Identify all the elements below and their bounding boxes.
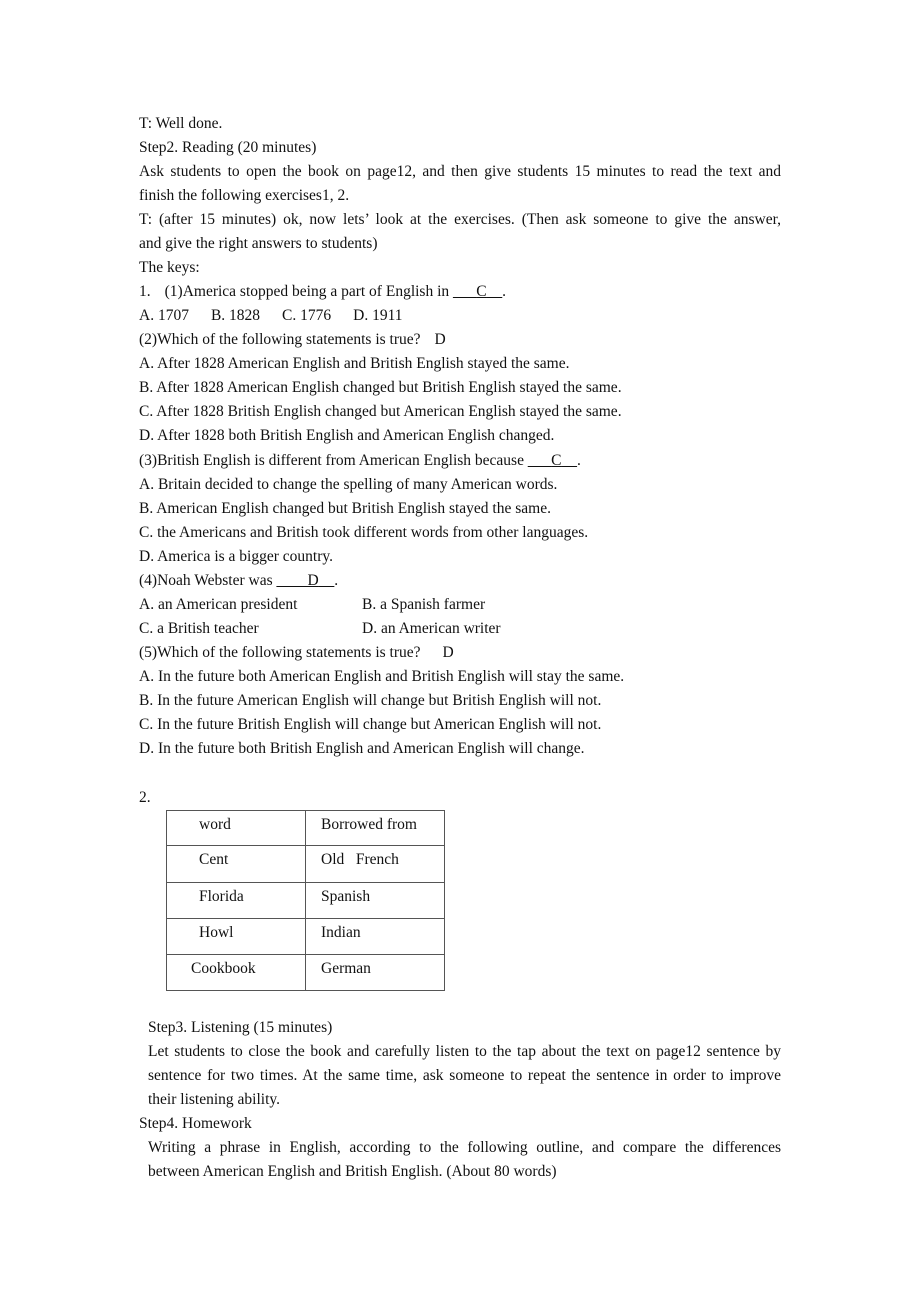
question-stem: (4)Noah Webster was: [139, 572, 277, 589]
question-stem: (1)America stopped being a part of Engli…: [164, 283, 454, 300]
answer-blank: ___C__: [527, 452, 577, 469]
keys-label: The keys:: [139, 259, 200, 276]
question-stem: (5)Which of the following statements is …: [139, 644, 421, 661]
table-header: word: [166, 810, 306, 846]
step2-heading: Step2. Reading (20 minutes): [139, 139, 317, 156]
answer: D: [434, 331, 446, 348]
table-cell: Florida: [166, 882, 306, 919]
option: D. After 1828 both British English and A…: [139, 427, 555, 444]
question-1: 1. (1)America stopped being a part of Eng…: [139, 283, 506, 300]
table-cell: Spanish: [305, 882, 445, 919]
question-5: (5)Which of the following statements is …: [139, 643, 454, 663]
answer: C: [551, 452, 562, 469]
answer: D: [442, 644, 454, 661]
exercise-2-number: 2.: [139, 789, 151, 806]
question-1-options: A. 1707 B. 1828 C. 1776 D. 1911: [139, 306, 403, 326]
question-stem: (3)British English is different from Ame…: [139, 452, 528, 469]
borrowed-words-table: word Borrowed from Cent Old French Flori…: [166, 810, 445, 991]
step2-teacher-line-2: and give the right answers to students): [139, 235, 378, 252]
option: D. an American writer: [362, 620, 501, 637]
option: B. After 1828 American English changed b…: [139, 379, 622, 396]
step3-line-1: Let students to close the book and caref…: [148, 1043, 781, 1060]
option: C. After 1828 British English changed bu…: [139, 403, 622, 420]
step2-instructions-line-2: finish the following exercises1, 2.: [139, 187, 350, 204]
question-4: (4)Noah Webster was ____D__.: [139, 572, 339, 589]
step4-heading: Step4. Homework: [139, 1115, 252, 1132]
table-cell: Cent: [166, 845, 306, 883]
question-2: (2)Which of the following statements is …: [139, 330, 446, 350]
option: C. the Americans and British took differ…: [139, 524, 589, 541]
answer-blank: ____D__: [276, 572, 335, 589]
option: C. In the future British English will ch…: [139, 716, 602, 733]
option: C. a British teacher: [139, 620, 259, 637]
answer: C: [476, 283, 487, 300]
teacher-remark: T: Well done.: [139, 115, 223, 132]
answer: D: [307, 572, 319, 589]
table-cell: Indian: [305, 918, 445, 955]
table-cell: German: [305, 954, 445, 991]
option: D. In the future both British English an…: [139, 740, 585, 757]
option: D. 1911: [353, 307, 403, 324]
exercise-1-number: 1.: [139, 283, 151, 300]
option: A. an American president: [139, 596, 298, 613]
option: A. In the future both American English a…: [139, 668, 625, 685]
table-row: Cookbook German: [166, 954, 445, 991]
option: A. 1707: [139, 307, 189, 324]
table-cell: Cookbook: [166, 954, 306, 991]
option: D. America is a bigger country.: [139, 548, 333, 565]
question-stem: (2)Which of the following statements is …: [139, 331, 421, 348]
answer-blank: ___C__: [453, 283, 503, 300]
step3-heading: Step3. Listening (15 minutes): [148, 1019, 333, 1036]
table-header: Borrowed from: [305, 810, 445, 846]
option: B. American English changed but British …: [139, 500, 551, 517]
option: B. a Spanish farmer: [362, 596, 486, 613]
option: A. After 1828 American English and Briti…: [139, 355, 570, 372]
table-row: Florida Spanish: [166, 882, 445, 919]
step4-line-1: Writing a phrase in English, according t…: [148, 1139, 781, 1156]
step2-instructions-line-1: Ask students to open the book on page12,…: [139, 163, 781, 180]
table-cell: Old French: [305, 845, 445, 883]
option: B. In the future American English will c…: [139, 692, 602, 709]
question-3: (3)British English is different from Ame…: [139, 452, 581, 469]
option: C. 1776: [282, 307, 332, 324]
table-row: Cent Old French: [166, 845, 445, 883]
step2-teacher-line-1: T: (after 15 minutes) ok, now lets’ look…: [139, 211, 781, 228]
option: A. Britain decided to change the spellin…: [139, 476, 558, 493]
step3-line-2: sentence for two times. At the same time…: [148, 1067, 781, 1084]
table-cell: Howl: [166, 918, 306, 955]
table-row: Howl Indian: [166, 918, 445, 955]
table-header-row: word Borrowed from: [166, 810, 445, 846]
step3-line-3: their listening ability.: [148, 1091, 281, 1108]
step4-line-2: between American English and British Eng…: [148, 1163, 557, 1180]
option: B. 1828: [210, 307, 261, 324]
